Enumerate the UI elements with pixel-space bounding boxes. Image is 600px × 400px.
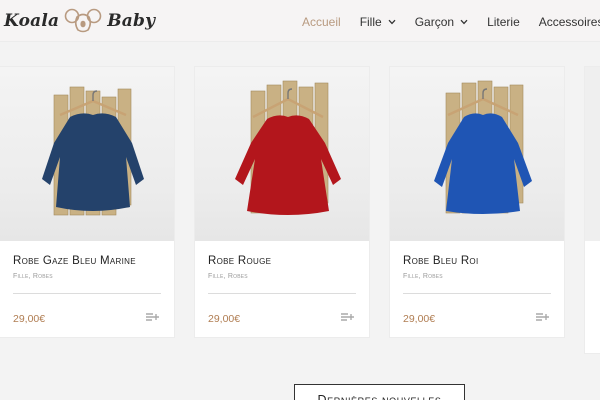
- nav-item-literie[interactable]: Literie: [487, 15, 520, 29]
- nav-item-label: Fille: [359, 15, 382, 29]
- category-link[interactable]: Fille: [13, 273, 29, 280]
- category-link[interactable]: Fille: [208, 273, 224, 280]
- chevron-down-icon: [460, 19, 468, 25]
- product-card-partial[interactable]: [584, 66, 600, 354]
- logo[interactable]: Koala Baby: [4, 8, 155, 34]
- latest-news-button[interactable]: Dernières nouvelles: [294, 384, 465, 400]
- koala-face-icon: [64, 8, 102, 33]
- category-separator: ,: [28, 273, 31, 280]
- main-nav: Accueil Fille Garçon Literie Accessoires: [302, 15, 600, 29]
- nav-item-label: Accueil: [302, 15, 341, 29]
- product-image[interactable]: [390, 67, 564, 241]
- category-link[interactable]: Robes: [33, 273, 53, 280]
- product-name[interactable]: Robe Rouge: [208, 255, 271, 267]
- product-image[interactable]: [195, 67, 369, 241]
- nav-item-accueil[interactable]: Accueil: [302, 15, 341, 29]
- product-price: 29,00€: [403, 313, 436, 325]
- product-image[interactable]: [585, 67, 600, 241]
- product-card[interactable]: Robe Bleu Roi Fille, Robes 29,00€: [389, 66, 565, 338]
- page: Koala Baby Accueil Fille Garçon Literie …: [0, 0, 600, 400]
- category-link[interactable]: Robes: [423, 273, 443, 280]
- product-categories: Fille, Robes: [208, 273, 248, 280]
- nav-item-label: Accessoires: [538, 15, 600, 29]
- add-to-cart-icon[interactable]: [536, 312, 550, 322]
- dress-photo: [42, 86, 144, 216]
- product-name[interactable]: Robe Bleu Roi: [403, 255, 478, 267]
- nav-item-accessoires[interactable]: Accessoires: [539, 15, 600, 29]
- product-categories: Fille, Robes: [403, 273, 443, 280]
- category-separator: ,: [223, 273, 226, 280]
- product-card[interactable]: Robe Gaze Bleu Marine Fille, Robes 29,00…: [0, 66, 175, 338]
- product-price: 29,00€: [208, 313, 241, 325]
- product-name[interactable]: Robe Gaze Bleu Marine: [13, 255, 136, 267]
- product-price: 29,00€: [13, 313, 46, 325]
- divider: [208, 293, 356, 294]
- chevron-down-icon: [388, 19, 396, 25]
- nav-item-fille[interactable]: Fille: [360, 15, 396, 29]
- product-image[interactable]: [0, 67, 174, 241]
- add-to-cart-icon[interactable]: [341, 312, 355, 322]
- category-link[interactable]: Fille: [403, 273, 419, 280]
- logo-word-right: Baby: [107, 11, 156, 31]
- dress-photo: [434, 80, 532, 214]
- product-categories: Fille, Robes: [13, 273, 53, 280]
- category-separator: ,: [418, 273, 421, 280]
- dress-photo: [235, 80, 341, 215]
- logo-word-left: Koala: [4, 11, 60, 31]
- divider: [403, 293, 551, 294]
- category-link[interactable]: Robes: [228, 273, 248, 280]
- nav-item-garcon[interactable]: Garçon: [415, 15, 468, 29]
- product-card[interactable]: Robe Rouge Fille, Robes 29,00€: [194, 66, 370, 338]
- divider: [13, 293, 161, 294]
- add-to-cart-icon[interactable]: [146, 312, 160, 322]
- site-header: Koala Baby Accueil Fille Garçon Literie …: [0, 0, 600, 42]
- nav-item-label: Garçon: [414, 15, 455, 29]
- nav-item-label: Literie: [487, 15, 520, 29]
